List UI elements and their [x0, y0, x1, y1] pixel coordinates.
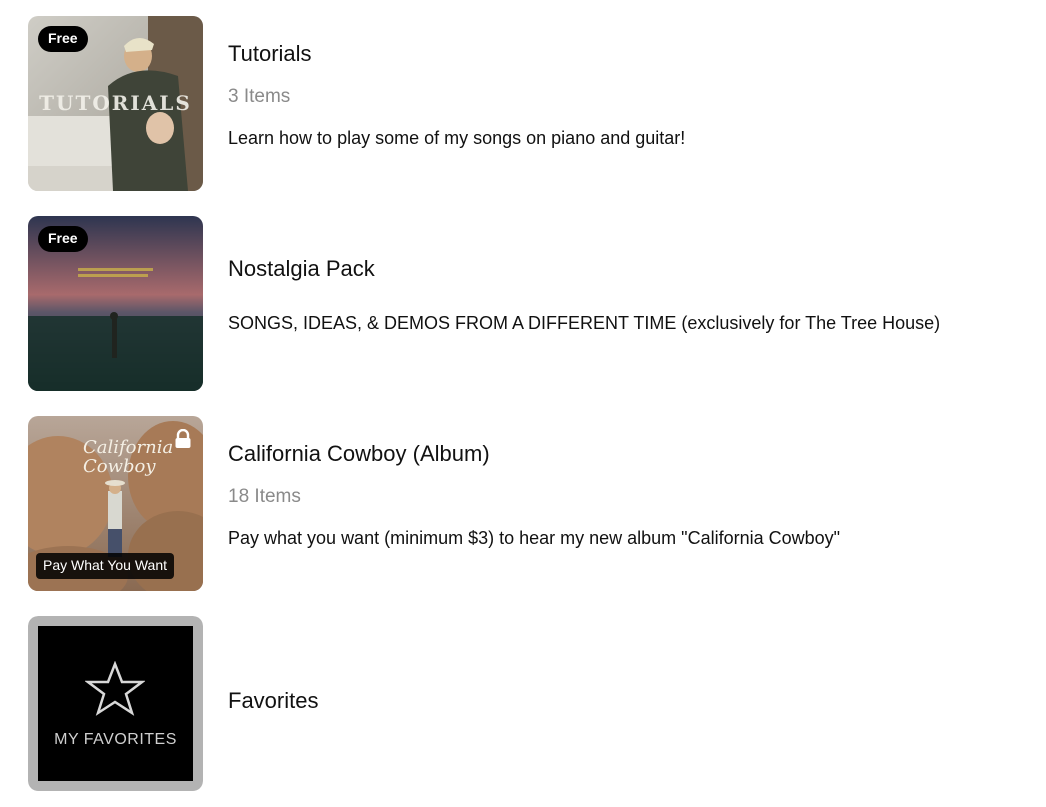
item-count: 3 Items [228, 86, 291, 107]
favorites-frame: MY FAVORITES [28, 616, 203, 791]
collection-description: SONGS, IDEAS, & DEMOS FROM A DIFFERENT T… [228, 313, 941, 333]
free-badge: Free [38, 26, 88, 52]
collection-item-nostalgia-pack[interactable]: Free Nostalgia Pack SONGS, IDEAS, & DEMO… [28, 216, 1028, 391]
collection-description: Learn how to play some of my songs on pi… [228, 128, 686, 148]
free-badge: Free [38, 226, 88, 252]
star-icon [85, 661, 145, 716]
collection-item-tutorials[interactable]: TUTORIALS Free Tutorials 3 Items Learn h… [28, 16, 1028, 191]
collection-title[interactable]: Tutorials [228, 41, 312, 67]
favorites-cover: MY FAVORITES [38, 626, 193, 781]
collection-title[interactable]: Favorites [228, 688, 318, 714]
collection-title[interactable]: Nostalgia Pack [228, 256, 375, 282]
tutorials-thumb-text: TUTORIALS [39, 91, 192, 115]
california-cowboy-thumb-text: California Cowboy [83, 437, 174, 477]
favorites-thumbnail[interactable]: MY FAVORITES [28, 616, 203, 791]
nostalgia-thumbnail[interactable]: Free [28, 216, 203, 391]
california-cowboy-thumbnail[interactable]: California Cowboy Pay What You Want [28, 416, 203, 591]
collection-list: TUTORIALS Free Tutorials 3 Items Learn h… [0, 0, 1046, 807]
pay-what-you-want-badge: Pay What You Want [36, 553, 174, 579]
collection-item-favorites[interactable]: MY FAVORITES Favorites [28, 616, 1028, 791]
collection-description: Pay what you want (minimum $3) to hear m… [228, 528, 841, 548]
item-count: 18 Items [228, 486, 301, 507]
lock-icon [175, 429, 191, 448]
tutorials-thumbnail[interactable]: TUTORIALS Free [28, 16, 203, 191]
collection-item-california-cowboy[interactable]: California Cowboy Pay What You Want Cali… [28, 416, 1028, 591]
favorites-thumb-label: MY FAVORITES [54, 731, 177, 748]
collection-title[interactable]: California Cowboy (Album) [228, 441, 490, 467]
